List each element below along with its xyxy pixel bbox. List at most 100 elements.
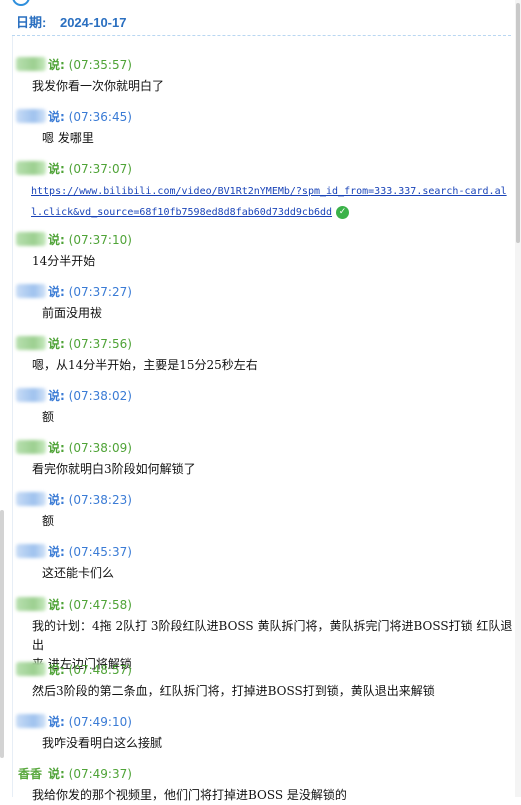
message-text: 额: [42, 514, 55, 528]
said-label: 说:: [48, 162, 65, 176]
blurred-sender-name: [16, 662, 46, 676]
message-header: 说: (07:36:45): [16, 108, 516, 126]
chat-message: 说: (07:35:57) 我发你看一次你就明白了: [16, 56, 516, 96]
message-meta: 说: (07:37:07): [48, 160, 132, 177]
message-meta: 说: (07:47:58): [48, 596, 132, 613]
chat-history-icon: [12, 0, 30, 6]
divider: [12, 35, 511, 36]
message-header: 说: (07:47:58): [16, 596, 516, 614]
blurred-sender-name: [16, 440, 46, 454]
left-rule: [12, 36, 13, 797]
message-time: (07:37:07): [68, 162, 132, 176]
message-meta: 说: (07:36:45): [48, 108, 132, 125]
message-text: 额: [42, 410, 55, 424]
chat-message: 说: (07:49:10) 我咋没看明白这么接腻: [16, 713, 516, 753]
message-time: (07:38:23): [68, 493, 132, 507]
link-text[interactable]: https://www.bilibili.com/video/BV1Rt2nYM…: [31, 186, 507, 218]
message-meta: 说: (07:49:37): [48, 765, 132, 782]
scrollbar-track[interactable]: [515, 0, 521, 797]
message-meta: 说: (07:45:37): [48, 543, 132, 560]
outer-scrollbar-thumb[interactable]: [0, 510, 4, 758]
chat-message: 说: (07:37:56) 嗯，从14分半开始，主要是15分25秒左右: [16, 335, 516, 375]
blurred-sender-name: [16, 544, 46, 558]
message-header: 说: (07:49:10): [16, 713, 516, 731]
message-header: 说: (07:38:23): [16, 491, 516, 509]
message-link[interactable]: https://www.bilibili.com/video/BV1Rt2nYM…: [16, 181, 516, 223]
blurred-sender-name: [16, 232, 46, 246]
message-meta: 说: (07:38:23): [48, 491, 132, 508]
message-time: (07:49:10): [68, 715, 132, 729]
chat-message: 香香 说: (07:49:37) 我给你发的那个视频里，他们门将打掉进BOSS 是没…: [16, 765, 516, 805]
date-label: 日期:: [16, 15, 47, 30]
message-text: 然后3阶段的第二条血，红队拆门将，打掉进BOSS打到锁，黄队退出来解锁: [32, 684, 435, 698]
message-header: 香香 说: (07:49:37): [16, 765, 516, 783]
chat-message: 说: (07:36:45) 嗯 发哪里: [16, 108, 516, 148]
said-label: 说:: [48, 441, 65, 455]
message-time: (07:45:37): [68, 545, 132, 559]
message-text: 看完你就明白3阶段如何解锁了: [32, 462, 196, 476]
said-label: 说:: [48, 58, 65, 72]
blurred-sender-name: [16, 492, 46, 506]
chat-message: 说: (07:37:07) https://www.bilibili.com/vi…: [16, 160, 516, 223]
chat-message: 说: (07:38:09) 看完你就明白3阶段如何解锁了: [16, 439, 516, 479]
message-time: (07:37:56): [68, 337, 132, 351]
sender-name: 香香: [18, 767, 43, 781]
said-label: 说:: [48, 598, 65, 612]
blurred-sender-name: [16, 597, 46, 611]
blurred-sender-name: [16, 336, 46, 350]
message-time: (07:49:37): [68, 767, 132, 781]
message-header: 说: (07:35:57): [16, 56, 516, 74]
blurred-sender-name: [16, 714, 46, 728]
message-time: (07:36:45): [68, 110, 132, 124]
date-value: 2024-10-17: [59, 15, 127, 30]
said-label: 说:: [48, 110, 65, 124]
message-header: 说: (07:48:57): [16, 661, 516, 679]
blurred-sender-name: [16, 284, 46, 298]
message-text: 嗯，从14分半开始，主要是15分25秒左右: [32, 358, 258, 372]
message-header: 说: (07:38:02): [16, 387, 516, 405]
said-label: 说:: [48, 233, 65, 247]
message-meta: 说: (07:35:57): [48, 56, 132, 73]
message-meta: 说: (07:37:56): [48, 335, 132, 352]
message-header: 说: (07:45:37): [16, 543, 516, 561]
said-label: 说:: [48, 389, 65, 403]
message-time: (07:35:57): [68, 58, 132, 72]
message-text: 我发你看一次你就明白了: [32, 79, 165, 93]
said-label: 说:: [48, 663, 65, 677]
message-text: 这还能卡们么: [42, 566, 115, 580]
chat-message: 说: (07:37:27) 前面没用祓: [16, 283, 516, 323]
message-header: 说: (07:37:10): [16, 231, 516, 249]
message-header: 说: (07:37:07): [16, 160, 516, 178]
said-label: 说:: [48, 493, 65, 507]
message-time: (07:37:10): [68, 233, 132, 247]
message-text: 嗯 发哪里: [42, 131, 94, 145]
message-header: 说: (07:38:09): [16, 439, 516, 457]
blurred-sender-name: [16, 388, 46, 402]
message-header: 说: (07:37:27): [16, 283, 516, 301]
message-meta: 说: (07:37:27): [48, 283, 132, 300]
chat-message: 说: (07:38:02) 额: [16, 387, 516, 427]
said-label: 说:: [48, 767, 65, 781]
message-time: (07:38:09): [68, 441, 132, 455]
message-meta: 说: (07:38:09): [48, 439, 132, 456]
message-time: (07:48:57): [68, 663, 132, 677]
message-time: (07:47:58): [68, 598, 132, 612]
check-circle-icon: ✓: [336, 205, 350, 219]
message-text: 我给你发的那个视频里，他们门将打掉进BOSS 是没解锁的: [32, 788, 347, 802]
message-header: 说: (07:37:56): [16, 335, 516, 353]
blurred-sender-name: [16, 109, 46, 123]
scrollbar-thumb[interactable]: [516, 3, 520, 243]
message-meta: 说: (07:48:57): [48, 661, 132, 678]
message-text: 我咋没看明白这么接腻: [42, 736, 163, 750]
date-header: 日期: 2024-10-17: [16, 12, 126, 31]
message-meta: 说: (07:37:10): [48, 231, 132, 248]
message-meta: 说: (07:38:02): [48, 387, 132, 404]
chat-message: 说: (07:37:10) 14分半开始: [16, 231, 516, 271]
message-text: 前面没用祓: [42, 306, 103, 320]
message-text: 14分半开始: [32, 254, 96, 268]
blurred-sender-name: [16, 57, 46, 71]
said-label: 说:: [48, 715, 65, 729]
blurred-sender-name: [16, 161, 46, 175]
said-label: 说:: [48, 337, 65, 351]
message-time: (07:37:27): [68, 285, 132, 299]
